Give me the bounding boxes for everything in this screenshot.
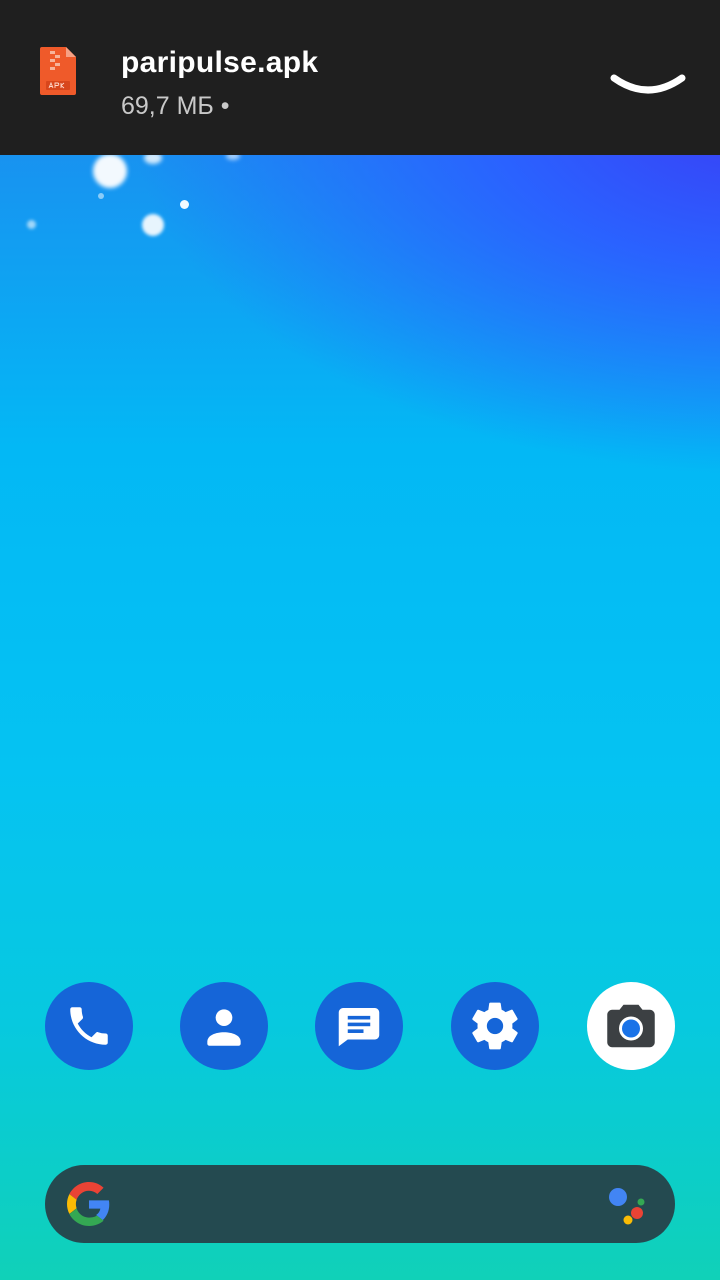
dock-settings-button[interactable] xyxy=(451,982,539,1070)
home-wallpaper xyxy=(0,0,720,1280)
google-g-icon xyxy=(67,1182,111,1226)
collapse-button[interactable] xyxy=(604,60,692,114)
download-notification[interactable]: paripulse.apk 69,7 МБ • xyxy=(0,0,720,155)
contacts-icon xyxy=(207,1009,241,1046)
dock-camera-button[interactable] xyxy=(587,982,675,1070)
chevron-down-icon xyxy=(610,74,686,94)
dock-phone-button[interactable] xyxy=(45,982,133,1070)
apk-file-icon xyxy=(40,47,76,95)
phone-icon xyxy=(70,1007,108,1045)
wallpaper-sparkle xyxy=(27,220,36,229)
dock-messages-button[interactable] xyxy=(315,982,403,1070)
camera-icon xyxy=(607,1004,655,1048)
google-assistant-icon[interactable] xyxy=(606,1182,650,1226)
wallpaper-sparkle xyxy=(180,200,189,209)
messages-icon xyxy=(338,1008,380,1047)
google-search-bar[interactable] xyxy=(45,1165,675,1243)
gear-icon xyxy=(472,1002,518,1050)
dock-contacts-button[interactable] xyxy=(180,982,268,1070)
wallpaper-sparkle xyxy=(93,154,127,188)
download-file-name: paripulse.apk xyxy=(121,46,319,79)
download-file-size: 69,7 МБ • xyxy=(121,92,230,120)
wallpaper-sparkle xyxy=(142,214,164,236)
wallpaper-sparkle xyxy=(98,193,104,199)
